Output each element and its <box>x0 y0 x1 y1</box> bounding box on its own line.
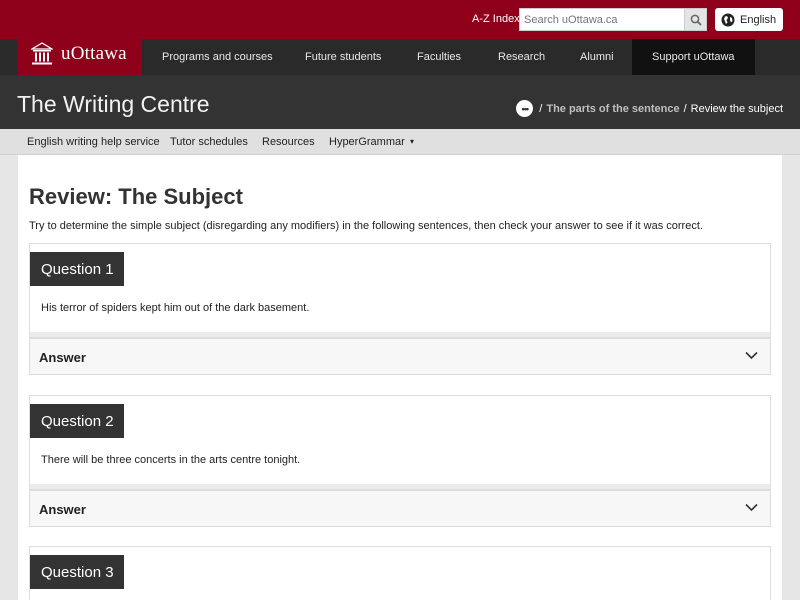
globe-icon <box>721 13 735 26</box>
nav-support[interactable]: Support uOttawa <box>632 39 755 75</box>
nav-faculties[interactable]: Faculties <box>417 39 461 75</box>
subnav-resources[interactable]: Resources <box>262 136 315 148</box>
question-sentence: There will be three concerts in the arts… <box>41 454 301 466</box>
building-icon <box>31 42 53 65</box>
more-crumbs-icon[interactable]: ••• <box>516 100 534 117</box>
breadcrumb: ••• / The parts of the sentence / Review… <box>516 100 783 117</box>
question-card: Question 2 There will be three concerts … <box>29 395 771 490</box>
breadcrumb-current: Review the subject <box>690 102 783 115</box>
answer-toggle[interactable]: Answer <box>29 338 771 375</box>
subnav-english-writing-help[interactable]: English writing help service <box>27 136 160 148</box>
main-content: Review: The Subject Try to determine the… <box>18 155 782 600</box>
site-header: The Writing Centre ••• / The parts of th… <box>0 75 800 129</box>
breadcrumb-separator: / <box>539 102 543 115</box>
site-title[interactable]: The Writing Centre <box>17 91 210 118</box>
nav-programs[interactable]: Programs and courses <box>162 39 273 75</box>
search-button[interactable] <box>684 9 706 30</box>
question-heading: Question 1 <box>30 252 124 286</box>
page-title: Review: The Subject <box>29 184 243 209</box>
logo-text: uOttawa <box>61 43 127 64</box>
question-heading: Question 2 <box>30 404 124 438</box>
breadcrumb-parent[interactable]: The parts of the sentence <box>546 103 679 115</box>
subnav-tutor-schedules[interactable]: Tutor schedules <box>170 136 248 148</box>
chevron-down-icon <box>745 503 758 512</box>
answer-label: Answer <box>39 502 86 517</box>
question-sentence: His terror of spiders kept him out of th… <box>41 302 310 314</box>
caret-down-icon[interactable]: ▾ <box>410 137 414 146</box>
uottawa-logo[interactable]: uOttawa <box>17 33 142 75</box>
subnav-hypergrammar[interactable]: HyperGrammar <box>329 136 405 148</box>
chevron-down-icon <box>745 351 758 360</box>
search-input[interactable] <box>520 9 685 30</box>
sub-navigation: English writing help service Tutor sched… <box>0 129 800 155</box>
breadcrumb-separator: / <box>683 102 687 115</box>
answer-label: Answer <box>39 350 86 365</box>
answer-toggle[interactable]: Answer <box>29 490 771 527</box>
intro-text: Try to determine the simple subject (dis… <box>29 220 703 232</box>
question-heading: Question 3 <box>30 555 124 589</box>
divider <box>30 332 770 337</box>
nav-research[interactable]: Research <box>498 39 545 75</box>
nav-alumni[interactable]: Alumni <box>580 39 614 75</box>
language-label: English <box>740 13 777 26</box>
language-button[interactable]: English <box>715 8 783 31</box>
question-card: Question 1 His terror of spiders kept hi… <box>29 243 771 338</box>
magnifier-icon <box>690 14 702 26</box>
az-index-link[interactable]: A-Z Index <box>472 13 520 25</box>
search-box <box>519 8 707 31</box>
nav-future-students[interactable]: Future students <box>305 39 381 75</box>
question-card: Question 3 <box>29 546 771 600</box>
divider <box>30 484 770 489</box>
